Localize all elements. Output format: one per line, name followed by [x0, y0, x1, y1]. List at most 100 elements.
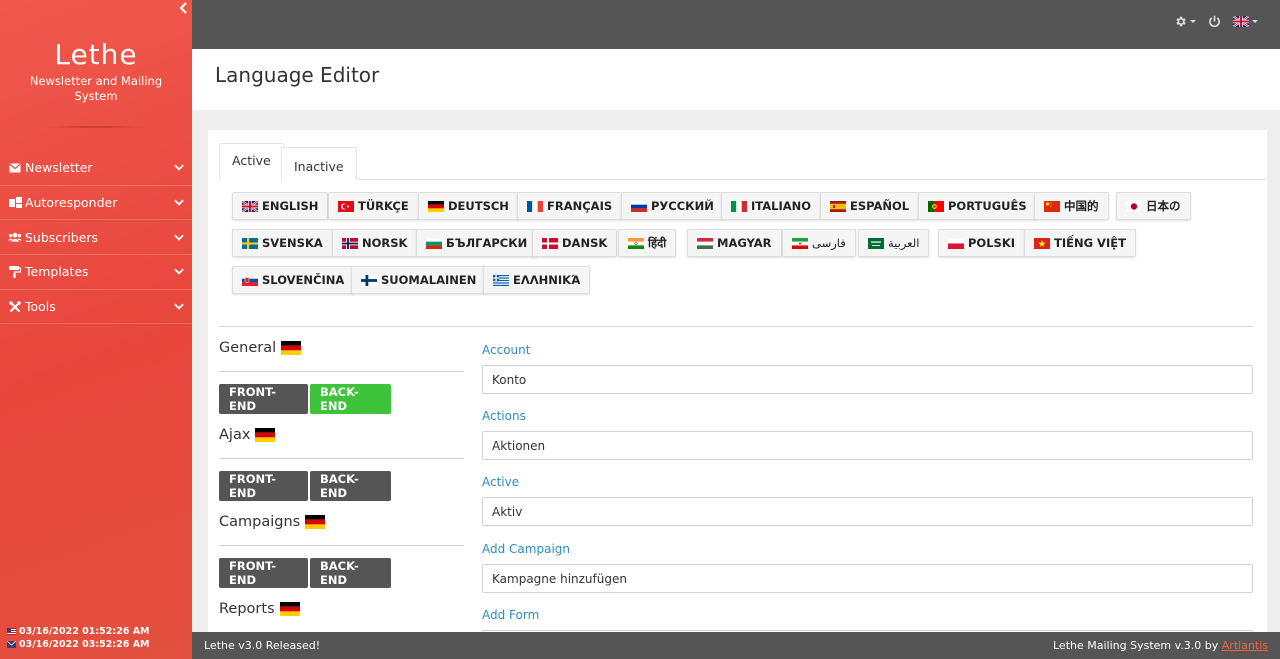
caret-down-icon [1190, 20, 1196, 23]
language-label: БЪЛГАРСКИ [446, 236, 528, 250]
language-tabs: Active Inactive [219, 143, 1267, 181]
norway-flag-icon [342, 237, 358, 249]
section-title-ajax: Ajax [219, 427, 276, 443]
language-espanol-button[interactable]: ESPAÑOL [820, 192, 920, 220]
language-turkce-button[interactable]: TÜRKÇE [328, 192, 419, 220]
language-label: ESPAÑOL [850, 199, 910, 213]
logout-button[interactable] [1208, 15, 1221, 28]
us-flag-icon [7, 628, 16, 635]
language-japanese-button[interactable]: 日本の [1116, 192, 1191, 220]
sidebar-item-tools[interactable]: Tools [0, 290, 192, 325]
language-arabic-button[interactable]: العربية [858, 229, 930, 257]
language-portugues-button[interactable]: PORTUGUÊS [918, 192, 1037, 220]
collapse-sidebar-chevron-left-icon[interactable] [179, 2, 188, 18]
actions-input[interactable] [482, 431, 1253, 460]
tab-active[interactable]: Active [219, 143, 284, 181]
language-italiano-button[interactable]: ITALIANO [721, 192, 822, 220]
language-label: NORSK [362, 236, 408, 250]
add-campaign-input[interactable] [482, 564, 1253, 593]
language-suomalainen-button[interactable]: SUOMALAINEN [351, 266, 487, 294]
top-icons [1174, 15, 1258, 28]
sidebar-item-label: Newsletter [25, 160, 93, 176]
server-time: 03/16/2022 01:52:26 AM [7, 625, 150, 638]
turkey-flag-icon [338, 200, 354, 212]
footer-credits-text: Lethe Mailing System v.3.0 by [1053, 639, 1219, 652]
field-label-active: Active [482, 475, 520, 489]
language-label: فارسی [812, 236, 846, 250]
sidebar-item-newsletter[interactable]: Newsletter [0, 151, 192, 186]
language-label: हिंदी [648, 235, 667, 250]
language-label: POLSKI [968, 236, 1016, 250]
field-label-actions: Actions [482, 409, 526, 423]
language-francais-button[interactable]: FRANÇAIS [517, 192, 623, 220]
language-label: FRANÇAIS [547, 199, 613, 213]
sidebar-item-autoresponder[interactable]: Autoresponder [0, 186, 192, 221]
language-english-button[interactable]: ENGLISH [232, 192, 329, 220]
tab-inactive[interactable]: Inactive [281, 147, 357, 180]
general-back-end-button[interactable]: BACK-END [310, 384, 391, 414]
local-time-text: 03/16/2022 03:52:26 AM [19, 639, 150, 650]
section-title-text: Reports [219, 601, 275, 617]
field-label-account: Account [482, 343, 531, 357]
general-front-end-button[interactable]: FRONT-END [219, 384, 308, 414]
language-bulgarian-button[interactable]: БЪЛГАРСКИ [416, 229, 538, 257]
language-svenska-button[interactable]: SVENSKA [232, 229, 333, 257]
language-label: SVENSKA [262, 236, 323, 250]
sweden-flag-icon [242, 237, 258, 249]
language-magyar-button[interactable]: MAGYAR [687, 229, 782, 257]
language-label: 中国的 [1064, 199, 1099, 213]
denmark-flag-icon [542, 237, 558, 249]
language-vietnamese-button[interactable]: TIẾNG VIỆT [1024, 229, 1136, 257]
campaigns-back-end-button[interactable]: BACK-END [310, 558, 391, 588]
russia-flag-icon [631, 200, 647, 212]
language-label: ITALIANO [751, 199, 812, 213]
sidebar-times: 03/16/2022 01:52:26 AM 03/16/2022 03:52:… [7, 625, 150, 651]
settings-dropdown[interactable] [1174, 15, 1196, 28]
sidebar-item-subscribers[interactable]: Subscribers [0, 220, 192, 256]
language-norsk-button[interactable]: NORSK [332, 229, 418, 257]
language-greek-button[interactable]: ΕΛΛΗΝΙΚΆ [483, 266, 591, 294]
active-input[interactable] [482, 497, 1253, 526]
section-title-text: Ajax [219, 427, 251, 443]
chevron-down-icon [174, 163, 184, 173]
language-label: MAGYAR [717, 236, 772, 250]
language-chinese-button[interactable]: 中国的 [1034, 192, 1109, 220]
footer: Lethe v3.0 Released! Lethe Mailing Syste… [192, 632, 1280, 659]
wrench-icon [8, 300, 22, 313]
bulgaria-flag-icon [426, 237, 442, 249]
poland-flag-icon [948, 237, 964, 249]
autoresponder-icon [8, 197, 22, 209]
language-farsi-button[interactable]: فارسی [782, 229, 856, 257]
language-label: العربية [888, 236, 920, 250]
page-title: Language Editor [215, 63, 380, 87]
ajax-front-end-button[interactable]: FRONT-END [219, 471, 308, 501]
language-label: TIẾNG VIỆT [1054, 236, 1126, 250]
germany-flag-icon [428, 200, 444, 212]
chevron-down-icon [174, 198, 184, 208]
ajax-back-end-button[interactable]: BACK-END [310, 471, 391, 501]
artlantis-link[interactable]: Artlantis [1222, 639, 1268, 652]
language-label: TÜRKÇE [358, 199, 409, 213]
language-dropdown[interactable] [1233, 16, 1258, 27]
language-deutsch-button[interactable]: DEUTSCH [418, 192, 519, 220]
brand-title: Lethe [54, 38, 138, 71]
language-dansk-button[interactable]: DANSK [532, 229, 618, 257]
italy-flag-icon [731, 200, 747, 212]
section-title-text: General [219, 340, 277, 356]
section-title-general: General [219, 340, 302, 356]
campaigns-front-end-button[interactable]: FRONT-END [219, 558, 308, 588]
account-input[interactable] [482, 365, 1253, 394]
sidebar-item-templates[interactable]: Templates [0, 255, 192, 290]
japan-flag-icon [1126, 200, 1142, 212]
language-slovencina-button[interactable]: SLOVENČINA [232, 266, 355, 294]
sidebar-item-label: Templates [25, 264, 89, 280]
paint-roller-icon [8, 265, 22, 278]
language-russian-button[interactable]: РУССКИЙ [621, 192, 724, 220]
slovakia-flag-icon [242, 274, 258, 286]
server-time-text: 03/16/2022 01:52:26 AM [19, 626, 150, 637]
top-bar [192, 0, 1280, 49]
section-underline [219, 458, 464, 459]
language-hindi-button[interactable]: हिंदी [618, 229, 677, 257]
language-polski-button[interactable]: POLSKI [938, 229, 1026, 257]
brand: Lethe Newsletter and Mailing System [0, 0, 192, 128]
